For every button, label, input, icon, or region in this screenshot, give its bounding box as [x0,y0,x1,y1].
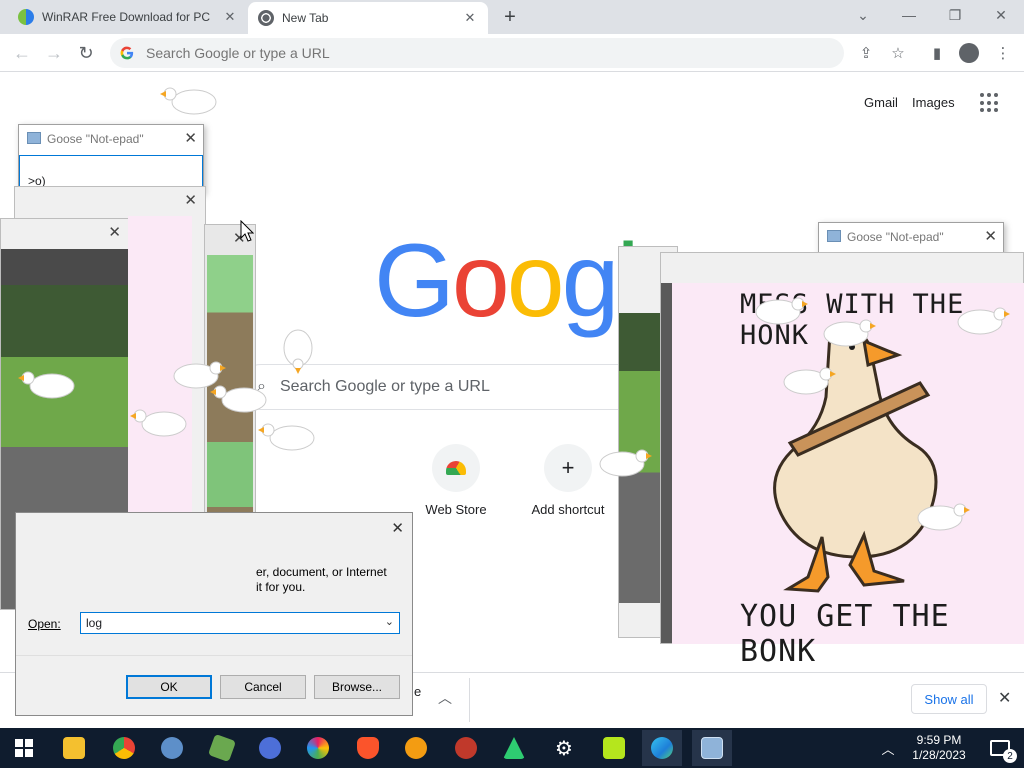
chrome-favicon-icon [258,10,274,26]
app-icon-orange[interactable] [396,730,436,766]
google-logo-letter: g [561,223,620,339]
app-icon-triangle[interactable] [494,730,534,766]
system-clock[interactable]: 9:59 PM 1/28/2023 [900,733,978,763]
window-title: Goose "Not-epad" [47,132,144,146]
close-icon[interactable]: ✕ [108,223,121,241]
google-logo-letter: o [506,223,565,339]
goose-sprite [755,297,808,325]
apps-grid-icon[interactable] [980,93,1000,113]
minimize-button[interactable]: — [886,0,932,30]
plus-icon: + [544,444,592,492]
file-explorer-icon[interactable] [54,730,94,766]
close-icon[interactable]: ✕ [222,9,238,25]
browse-button[interactable]: Browse... [314,675,400,699]
goose-sprite [130,409,187,437]
app-icon-blue-circle[interactable] [250,730,290,766]
close-icon[interactable]: ✕ [184,191,197,209]
run-description-line1: er, document, or Internet [256,565,387,579]
goose-sprite [783,367,836,395]
run-description: er, document, or Internet it for you. [256,565,387,595]
close-downloads-icon[interactable]: ✕ [998,688,1011,708]
gmail-link[interactable]: Gmail [864,95,898,110]
download-item-partial[interactable]: e [414,684,421,699]
settings-gear-icon[interactable]: ⚙ [544,730,584,766]
open-combobox[interactable]: log ⌄ [80,612,400,634]
goose-sprite [957,307,1010,335]
goose-sprite [823,319,876,347]
omnibox[interactable] [110,38,844,68]
disk-utility-icon[interactable] [152,730,192,766]
goose-sprite [283,329,313,374]
tab-title: New Tab [282,11,329,25]
menu-kebab-icon[interactable]: ⋮ [990,40,1016,66]
mouse-cursor-icon [240,220,254,242]
close-icon[interactable]: ✕ [391,519,404,537]
notepad-icon [27,132,41,144]
close-icon[interactable]: ✕ [984,227,997,245]
show-all-button[interactable]: Show all [911,684,987,714]
app-icon-lime[interactable] [594,730,634,766]
winrar-favicon-icon [18,9,34,25]
open-label: Open: [28,617,61,631]
brave-icon[interactable] [348,730,388,766]
notification-center-icon[interactable]: 2 [980,730,1020,766]
google-logo-letter: G [374,223,455,339]
images-link[interactable]: Images [912,95,955,110]
shortcut-web-store[interactable]: Web Store [406,444,506,517]
window-title: Goose "Not-epad" [847,230,944,244]
side-panel-icon[interactable]: ▮ [924,40,950,66]
windows-logo-icon [15,739,33,757]
edge-icon[interactable] [642,730,682,766]
chrome-icon[interactable] [104,730,144,766]
app-icon-green[interactable] [202,730,242,766]
profile-avatar-icon[interactable] [956,40,982,66]
close-icon[interactable]: ✕ [462,10,478,26]
show-hidden-icons-chevron[interactable]: ︿ [876,730,900,766]
run-description-line2: it for you. [256,580,306,594]
new-tab-button[interactable]: + [498,5,522,29]
shortcut-label: Web Store [425,502,487,517]
tab-winrar[interactable]: WinRAR Free Download for PC ✕ [8,0,248,34]
google-logo-letter: o [451,223,510,339]
restore-button[interactable]: ❐ [932,0,978,30]
clock-time: 9:59 PM [916,733,962,747]
goose-notepad-window[interactable]: Goose "Not-epad" ✕ >o) [18,124,204,194]
run-dialog[interactable]: ✕ er, document, or Internet it for you. … [15,512,413,716]
goose-sprite [160,87,217,115]
omnibox-input[interactable] [146,45,746,61]
goose-sprite [258,423,315,451]
close-icon[interactable]: ✕ [184,129,197,147]
goose-sprite [18,371,75,399]
start-button[interactable] [4,730,44,766]
bookmark-star-icon[interactable]: ☆ [885,40,911,66]
tab-search-icon[interactable]: ⌄ [840,0,886,30]
app-icon-speedometer[interactable] [446,730,486,766]
notepad-icon [827,230,841,242]
meme-bottom-text: YOU GET THE BONK [740,599,950,669]
back-button[interactable]: ← [8,39,36,67]
cancel-button[interactable]: Cancel [220,675,306,699]
downloads-divider [469,678,470,722]
ok-button[interactable]: OK [126,675,212,699]
goose-sprite [917,503,970,531]
open-input-value[interactable]: log [86,616,102,630]
notification-count-badge: 2 [1003,749,1017,763]
app-icon-pinwheel[interactable] [298,730,338,766]
clock-date: 1/28/2023 [912,748,966,762]
search-placeholder: Search Google or type a URL [279,378,490,395]
forward-button[interactable]: → [40,39,68,67]
tab-title: WinRAR Free Download for PC [42,10,211,24]
share-icon[interactable]: ⇪ [853,40,879,66]
shortcut-label: Add shortcut [531,502,605,517]
reload-button[interactable]: ↻ [72,39,100,67]
tab-new-tab[interactable]: New Tab ✕ [248,2,488,34]
chevron-up-icon[interactable]: ︿ [438,688,452,708]
goose-sprite [210,385,267,413]
notepad-taskbar-icon[interactable] [692,730,732,766]
chevron-down-icon[interactable]: ⌄ [385,615,394,628]
web-store-icon [432,444,480,492]
close-window-button[interactable]: ✕ [978,0,1024,30]
google-g-icon [120,46,134,60]
goose-sprite [599,449,652,477]
